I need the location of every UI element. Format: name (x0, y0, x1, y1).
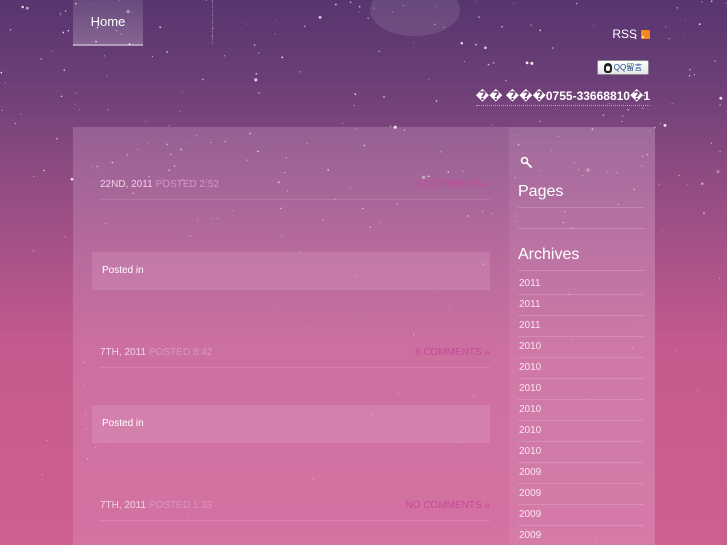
archive-link[interactable]: 2010 (518, 421, 644, 442)
pages-widget-divider (518, 228, 644, 229)
archives-list: 2011 2011 2011 2010 2010 2010 2010 2010 … (518, 274, 644, 545)
qq-message-button[interactable]: QQ留言 (597, 60, 649, 75)
nav-divider (212, 0, 213, 44)
archive-link[interactable]: 2010 (518, 379, 644, 400)
post-time: POSTED 8:42 (148, 347, 213, 358)
archive-link[interactable]: 2011 (518, 274, 644, 295)
search-icon[interactable] (520, 156, 532, 168)
pages-widget-title: Pages (518, 183, 644, 208)
comments-link[interactable]: NO COMMENTS » (406, 500, 490, 511)
archive-link[interactable]: 2011 (518, 295, 644, 316)
posted-in-bar: Posted in (92, 252, 490, 290)
comments-link[interactable]: 6 COMMENTS » (415, 347, 490, 358)
archive-link[interactable]: 2009 (518, 505, 644, 526)
rss-link[interactable]: RSS (612, 27, 650, 41)
archive-link[interactable]: 2010 (518, 400, 644, 421)
rss-icon (641, 29, 650, 39)
penguin-icon (603, 62, 612, 73)
post-date: 7TH, 2011 (100, 347, 146, 358)
archive-link[interactable]: 2010 (518, 358, 644, 379)
archive-link[interactable]: 2009 (518, 463, 644, 484)
post-time: POSTED 2:52 (155, 179, 219, 190)
comments-link[interactable]: 2 COMMENTS » (415, 179, 490, 190)
archives-widget-title: Archives (518, 246, 644, 271)
archive-link[interactable]: 2009 (518, 484, 644, 505)
contact-phone: �� ���0755-33668810�1 (475, 89, 650, 106)
nav-home-tab[interactable]: Home (73, 0, 143, 46)
post-date: 7TH, 2011 (100, 500, 146, 511)
post-meta: 7TH, 2011 POSTED 8:42 6 COMMENTS » (100, 347, 490, 368)
post-time: POSTED 1:33 (148, 500, 213, 511)
archive-link[interactable]: 2009 (518, 526, 644, 545)
archive-link[interactable]: 2010 (518, 442, 644, 463)
post-meta: 7TH, 2011 POSTED 1:33 NO COMMENTS » (100, 500, 490, 521)
archive-link[interactable]: 2010 (518, 337, 644, 358)
rss-label: RSS (612, 27, 637, 41)
qq-message-label: QQ留言 (613, 63, 643, 72)
post-meta: 22ND, 2011 POSTED 2:52 2 COMMENTS » (100, 179, 490, 200)
posted-in-bar: Posted in (92, 405, 490, 443)
post-date: 22ND, 2011 (100, 179, 153, 190)
archive-link[interactable]: 2011 (518, 316, 644, 337)
